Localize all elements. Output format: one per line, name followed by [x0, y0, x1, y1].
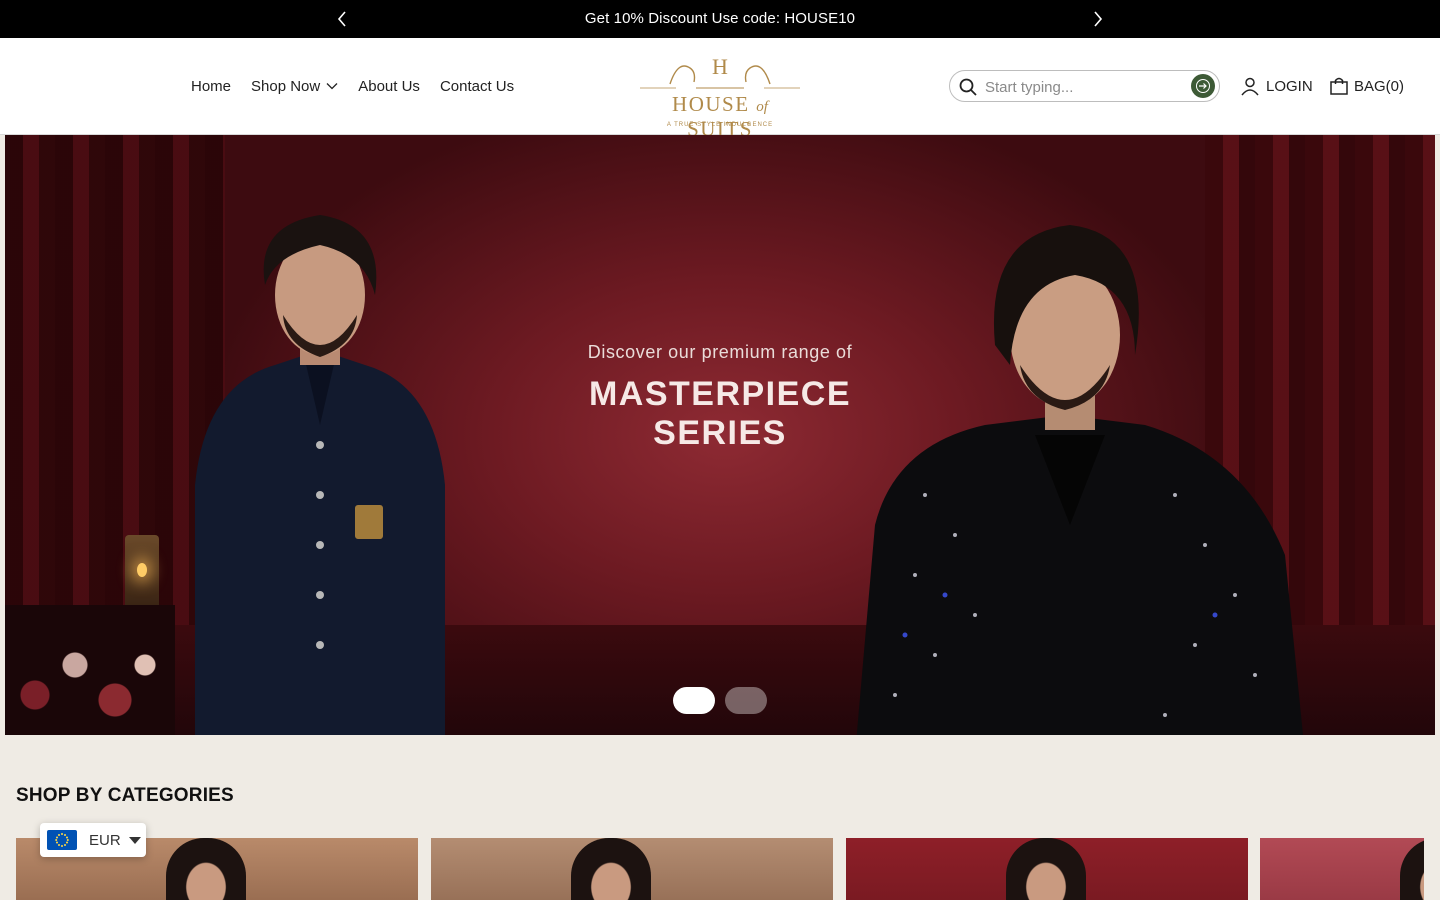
logo-word-of: of [756, 99, 768, 115]
search-input[interactable] [985, 76, 1185, 98]
logo-word-house: HOUSE [672, 92, 750, 116]
hero-subtitle: Discover our premium range of [587, 342, 853, 362]
announcement-next-button[interactable] [1088, 9, 1108, 29]
hero-title-line1: MASTERPIECE [588, 375, 852, 413]
currency-selector[interactable]: EUR [40, 823, 146, 857]
search-icon [959, 78, 977, 96]
hero-title-line2: SERIES [653, 414, 787, 452]
search-submit-button[interactable] [1191, 74, 1215, 98]
category-card[interactable] [846, 838, 1248, 900]
caret-down-icon [128, 836, 141, 844]
login-label: LOGIN [1266, 77, 1313, 95]
hero-slide-dot-1[interactable] [673, 687, 715, 714]
category-card-image [571, 838, 651, 900]
nav-home[interactable]: Home [191, 78, 231, 95]
site-logo[interactable]: H HOUSE of SUITS A TRUE STYLE INDULGENCE [636, 48, 804, 141]
hero-flowers [5, 605, 175, 735]
nav-about-us[interactable]: About Us [358, 78, 420, 95]
eu-flag-icon [47, 830, 77, 850]
hero-model-left [195, 215, 445, 735]
category-card[interactable] [1260, 838, 1424, 900]
arrow-right-circle-icon [1196, 79, 1210, 93]
shopping-bag-icon [1330, 77, 1348, 95]
search-bar [949, 70, 1220, 102]
hero-text: Discover our premium range of MASTERPIEC… [520, 342, 920, 453]
nav-contact-us[interactable]: Contact Us [440, 78, 514, 95]
chevron-down-icon [326, 83, 338, 90]
nav-shop-now[interactable]: Shop Now [251, 78, 338, 95]
hero-lantern [125, 535, 159, 605]
bag-label: BAG(0) [1354, 77, 1405, 95]
hero-slide-dot-2[interactable] [725, 687, 767, 714]
hero-slide-dots [673, 687, 767, 714]
category-card-image [166, 838, 246, 900]
logo-crest-icon: H [640, 54, 800, 89]
announcement-bar: Get 10% Discount Use code: HOUSE10 [0, 0, 1440, 38]
hero-title: MASTERPIECE SERIES [520, 375, 920, 453]
logo-tagline: A TRUE STYLE INDULGENCE [666, 122, 774, 128]
nav-shop-now-label: Shop Now [251, 77, 321, 95]
category-card[interactable] [431, 838, 833, 900]
hero-banner[interactable]: Discover our premium range of MASTERPIEC… [5, 135, 1435, 735]
currency-code: EUR [89, 831, 121, 849]
login-link[interactable]: LOGIN [1240, 74, 1313, 98]
hero-model-right [856, 225, 1303, 735]
logo-monogram: H [712, 54, 728, 79]
user-icon [1241, 77, 1259, 96]
announcement-message: Get 10% Discount Use code: HOUSE10 [584, 10, 856, 27]
category-card-image [1400, 838, 1424, 900]
bag-link[interactable]: BAG(0) [1329, 74, 1404, 98]
main-nav: Home Shop Now About Us Contact Us [191, 38, 514, 134]
site-header: Home Shop Now About Us Contact Us H HOUS… [0, 38, 1440, 141]
categories-heading: SHOP BY CATEGORIES [16, 785, 234, 806]
category-card-image [1006, 838, 1086, 900]
chevron-right-icon [1094, 11, 1103, 27]
category-cards [16, 838, 1440, 900]
